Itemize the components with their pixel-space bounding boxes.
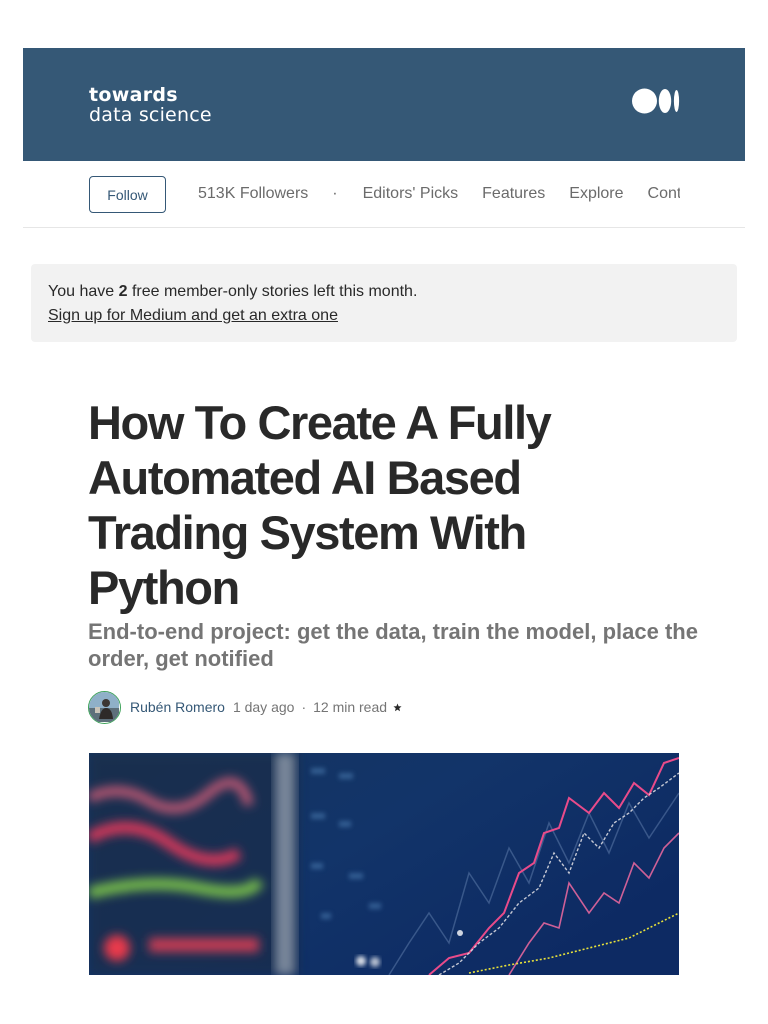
- hero-image: [89, 753, 679, 975]
- stories-prefix: You have: [48, 283, 119, 300]
- stories-count: 2: [118, 283, 128, 300]
- article-title: How To Create A Fully Automated AI Based…: [88, 396, 552, 614]
- article-subtitle: End-to-end project: get the data, train …: [88, 619, 698, 671]
- nav-features[interactable]: Features: [482, 185, 545, 203]
- member-stories-notice: You have 2 free member-only stories left…: [31, 264, 737, 342]
- nav-contribute[interactable]: Contribute: [648, 185, 680, 203]
- nav-separator: ·: [332, 185, 338, 202]
- nav-items: 513K Followers · Editors' Picks Features…: [198, 161, 680, 227]
- read-time: 12 min read: [313, 699, 388, 715]
- publication-nav: Follow 513K Followers · Editors' Picks F…: [23, 161, 745, 228]
- follow-button[interactable]: Follow: [89, 176, 166, 213]
- stories-left-text: You have 2 free member-only stories left…: [48, 280, 720, 304]
- meta-separator: ·: [301, 699, 307, 715]
- nav-explore[interactable]: Explore: [569, 185, 623, 203]
- publication-banner: towards data science: [23, 48, 745, 161]
- nav-editors-picks[interactable]: Editors' Picks: [363, 185, 459, 203]
- stories-suffix: free member-only stories left this month…: [127, 283, 418, 300]
- publish-date[interactable]: 1 day ago: [233, 699, 295, 715]
- author-name[interactable]: Rubén Romero: [130, 699, 225, 715]
- byline: Rubén Romero 1 day ago · 12 min read: [88, 690, 688, 724]
- logo-line-1: towards: [89, 84, 178, 106]
- signup-link[interactable]: Sign up for Medium and get an extra one: [48, 304, 338, 328]
- publication-logo[interactable]: towards data science: [89, 86, 212, 125]
- medium-logo-icon[interactable]: [632, 88, 680, 114]
- followers-count[interactable]: 513K Followers: [198, 185, 308, 203]
- author-avatar[interactable]: [88, 690, 121, 724]
- logo-line-2: data science: [89, 104, 212, 126]
- star-icon: [393, 702, 402, 711]
